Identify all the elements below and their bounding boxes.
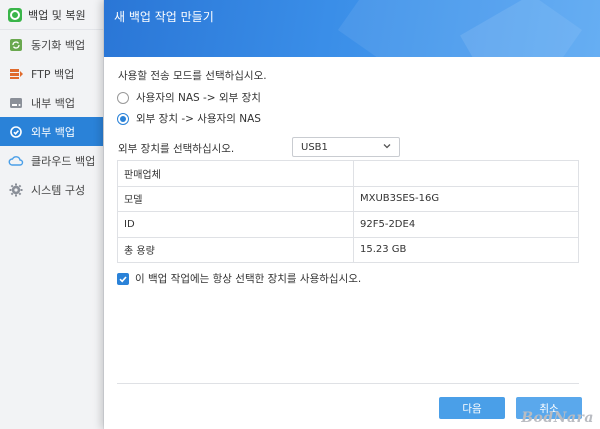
transfer-mode-instruction: 사용할 전송 모드를 선택하십시오. <box>118 70 267 82</box>
table-row: 모델 MXUB3SES-16G <box>117 185 579 212</box>
sidebar-item-system-config[interactable]: 시스템 구성 <box>0 175 103 204</box>
dialog-title: 새 백업 작업 만들기 <box>114 10 214 24</box>
info-value-id: 92F5-2DE4 <box>353 211 579 238</box>
radio-label: 외부 장치 -> 사용자의 NAS <box>136 113 261 125</box>
next-button[interactable]: 다음 <box>439 397 505 419</box>
ftp-icon <box>8 66 24 82</box>
gear-icon <box>8 182 24 198</box>
table-row: 총 용량 15.23 GB <box>117 236 579 263</box>
mode-nas-to-external-option[interactable]: 사용자의 NAS -> 외부 장치 <box>117 90 261 105</box>
table-row: 판매업체 <box>117 160 579 187</box>
info-value-capacity: 15.23 GB <box>353 236 579 263</box>
watermark: BodNara <box>521 410 594 426</box>
app-header: 백업 및 복원 <box>0 0 103 30</box>
table-row: ID 92F5-2DE4 <box>117 211 579 238</box>
device-info-table: 판매업체 모델 MXUB3SES-16G ID 92F5-2DE4 총 용량 1… <box>117 160 579 263</box>
backup-app-logo-icon <box>8 7 22 22</box>
sidebar: 백업 및 복원 동기화 백업 FTP 백업 내부 백업 외부 백업 클라우드 백… <box>0 0 104 429</box>
external-backup-icon <box>8 124 24 140</box>
chevron-down-icon <box>383 144 391 149</box>
mode-external-to-nas-option[interactable]: 외부 장치 -> 사용자의 NAS <box>117 111 261 126</box>
radio-nas-to-external[interactable] <box>117 91 129 104</box>
sidebar-item-label: 클라우드 백업 <box>31 154 96 168</box>
checkmark-icon <box>119 275 127 282</box>
sidebar-item-label: FTP 백업 <box>31 67 75 81</box>
info-value-model: MXUB3SES-16G <box>353 185 579 212</box>
sidebar-item-label: 외부 백업 <box>31 125 75 139</box>
sidebar-item-ftp-backup[interactable]: FTP 백업 <box>0 59 103 88</box>
device-select-label: 외부 장치를 선택하십시오. <box>118 143 235 155</box>
app-title: 백업 및 복원 <box>28 8 86 22</box>
sidebar-item-external-backup[interactable]: 외부 백업 <box>0 117 103 146</box>
sidebar-item-internal-backup[interactable]: 내부 백업 <box>0 88 103 117</box>
always-use-device-label: 이 백업 작업에는 항상 선택한 장치를 사용하십시오. <box>135 273 362 285</box>
device-select-value: USB1 <box>301 141 328 153</box>
sidebar-item-sync-backup[interactable]: 동기화 백업 <box>0 30 103 59</box>
always-use-device-option[interactable]: 이 백업 작업에는 항상 선택한 장치를 사용하십시오. <box>117 271 361 286</box>
dialog-header: 새 백업 작업 만들기 <box>104 0 600 57</box>
sidebar-item-label: 내부 백업 <box>31 96 75 110</box>
info-key-model: 모델 <box>117 185 354 212</box>
info-value-vendor <box>353 160 579 187</box>
cloud-icon <box>8 153 24 169</box>
footer-divider <box>117 383 579 384</box>
sidebar-item-cloud-backup[interactable]: 클라우드 백업 <box>0 146 103 175</box>
drive-icon <box>8 95 24 111</box>
always-use-device-checkbox[interactable] <box>117 272 129 285</box>
radio-label: 사용자의 NAS -> 외부 장치 <box>136 92 261 104</box>
info-key-capacity: 총 용량 <box>117 236 354 263</box>
sidebar-item-label: 동기화 백업 <box>31 38 86 52</box>
device-select-dropdown[interactable]: USB1 <box>292 137 400 157</box>
sync-icon <box>8 37 24 53</box>
info-key-vendor: 판매업체 <box>117 160 354 187</box>
radio-external-to-nas[interactable] <box>117 112 129 125</box>
sidebar-item-label: 시스템 구성 <box>31 183 86 197</box>
info-key-id: ID <box>117 211 354 238</box>
